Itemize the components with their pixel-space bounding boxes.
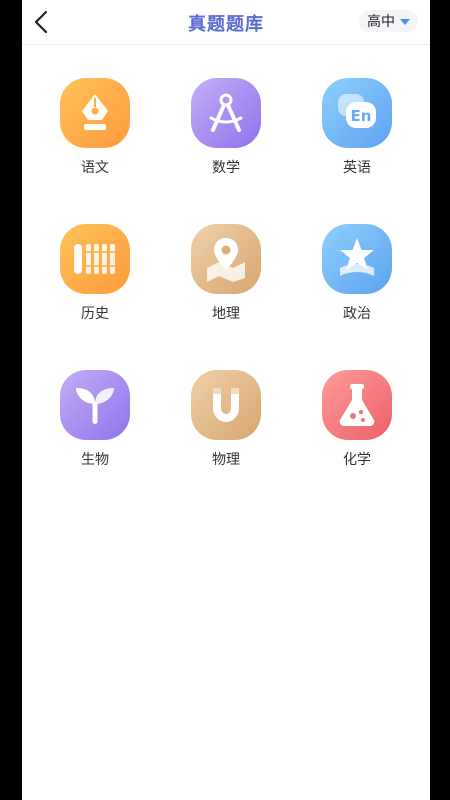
subject-label: 政治: [343, 306, 371, 322]
sprout-icon: [60, 370, 130, 440]
flask-icon: [322, 370, 392, 440]
subject-math[interactable]: 数学: [171, 68, 281, 178]
compass-icon: [191, 78, 261, 148]
pen-nib-icon: [60, 78, 130, 148]
subject-english[interactable]: En 英语: [302, 68, 412, 178]
en-bubble-icon: En: [322, 78, 392, 148]
level-selector[interactable]: 高中: [359, 10, 418, 32]
subject-label: 物理: [212, 452, 240, 468]
subject-label: 英语: [343, 160, 371, 176]
screen: 真题题库 高中 语文 数学 En 英语 历史 地理 政治 生物 物理 化学: [22, 0, 430, 800]
subject-chinese[interactable]: 语文: [40, 68, 150, 178]
level-label: 高中: [367, 14, 395, 30]
dropdown-caret-icon: [400, 19, 410, 25]
svg-text:En: En: [351, 107, 372, 125]
subject-label: 地理: [212, 306, 240, 322]
subject-physics[interactable]: 物理: [171, 360, 281, 470]
subject-politics[interactable]: 政治: [302, 214, 412, 324]
map-pin-icon: [191, 224, 261, 294]
subject-label: 化学: [343, 452, 371, 468]
subject-history[interactable]: 历史: [40, 214, 150, 324]
subject-label: 历史: [81, 306, 109, 322]
subject-label: 数学: [212, 160, 240, 176]
subject-biology[interactable]: 生物: [40, 360, 150, 470]
subject-geography[interactable]: 地理: [171, 214, 281, 324]
subject-label: 语文: [81, 160, 109, 176]
top-nav-bar: 真题题库 高中: [22, 0, 430, 45]
bamboo-scroll-icon: [60, 224, 130, 294]
subject-chemistry[interactable]: 化学: [302, 360, 412, 470]
star-icon: [322, 224, 392, 294]
magnet-icon: [191, 370, 261, 440]
subject-label: 生物: [81, 452, 109, 468]
